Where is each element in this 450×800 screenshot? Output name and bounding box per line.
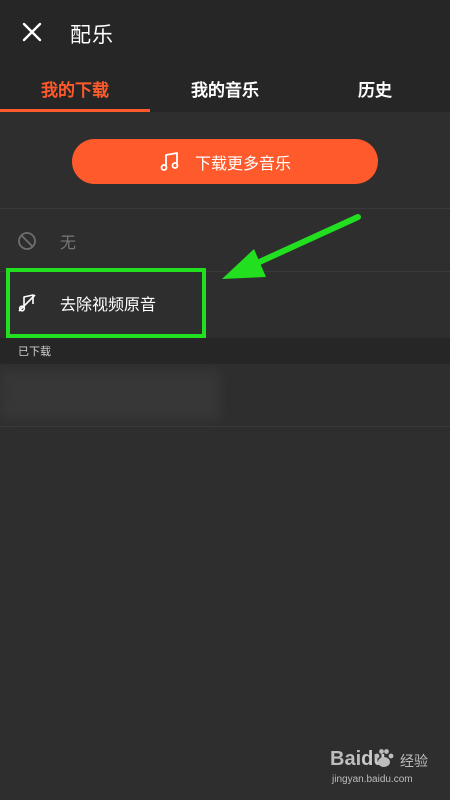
baidu-paw-icon <box>374 749 394 767</box>
watermark-url: jingyan.baidu.com <box>332 774 413 785</box>
music-muted-icon <box>18 294 36 312</box>
tab-my-music[interactable]: 我的音乐 <box>150 64 300 112</box>
title-bar: 配乐 <box>0 0 450 64</box>
downloaded-section-header: 已下载 <box>0 338 450 364</box>
download-more-music-label: 下载更多音乐 <box>194 153 291 173</box>
list-item-remove-original-audio[interactable]: 去除视频原音 <box>0 272 450 334</box>
baidu-jingyan-watermark: Baidu 经验 jingyan.baidu.com <box>330 748 440 792</box>
close-button[interactable] <box>18 18 46 46</box>
music-note-icon <box>160 151 179 171</box>
divider <box>0 426 450 427</box>
list-item-remove-original-audio-label: 去除视频原音 <box>60 295 157 314</box>
downloaded-section-label: 已下载 <box>18 345 51 358</box>
baidu-logo-prefix: Bai <box>330 748 362 770</box>
tab-my-downloads[interactable]: 我的下载 <box>0 64 150 112</box>
page-title: 配乐 <box>70 23 114 47</box>
divider <box>0 208 450 209</box>
music-picker-screen: 配乐 我的下载 我的音乐 历史 下载更多音乐 无 去除视频原音 已下载 Baid… <box>0 0 450 800</box>
prohibited-icon <box>18 232 36 250</box>
close-icon <box>22 22 42 42</box>
list-item-none-label: 无 <box>60 233 77 252</box>
active-tab-indicator <box>0 109 150 112</box>
tab-history[interactable]: 历史 <box>300 64 450 112</box>
blurred-content <box>0 370 220 420</box>
list-item-none[interactable]: 无 <box>0 210 450 272</box>
tab-bar: 我的下载 我的音乐 历史 <box>0 64 450 112</box>
blurred-list-item <box>0 364 450 426</box>
download-more-music-button[interactable]: 下载更多音乐 <box>72 139 378 184</box>
jingyan-label: 经验 <box>400 754 428 770</box>
